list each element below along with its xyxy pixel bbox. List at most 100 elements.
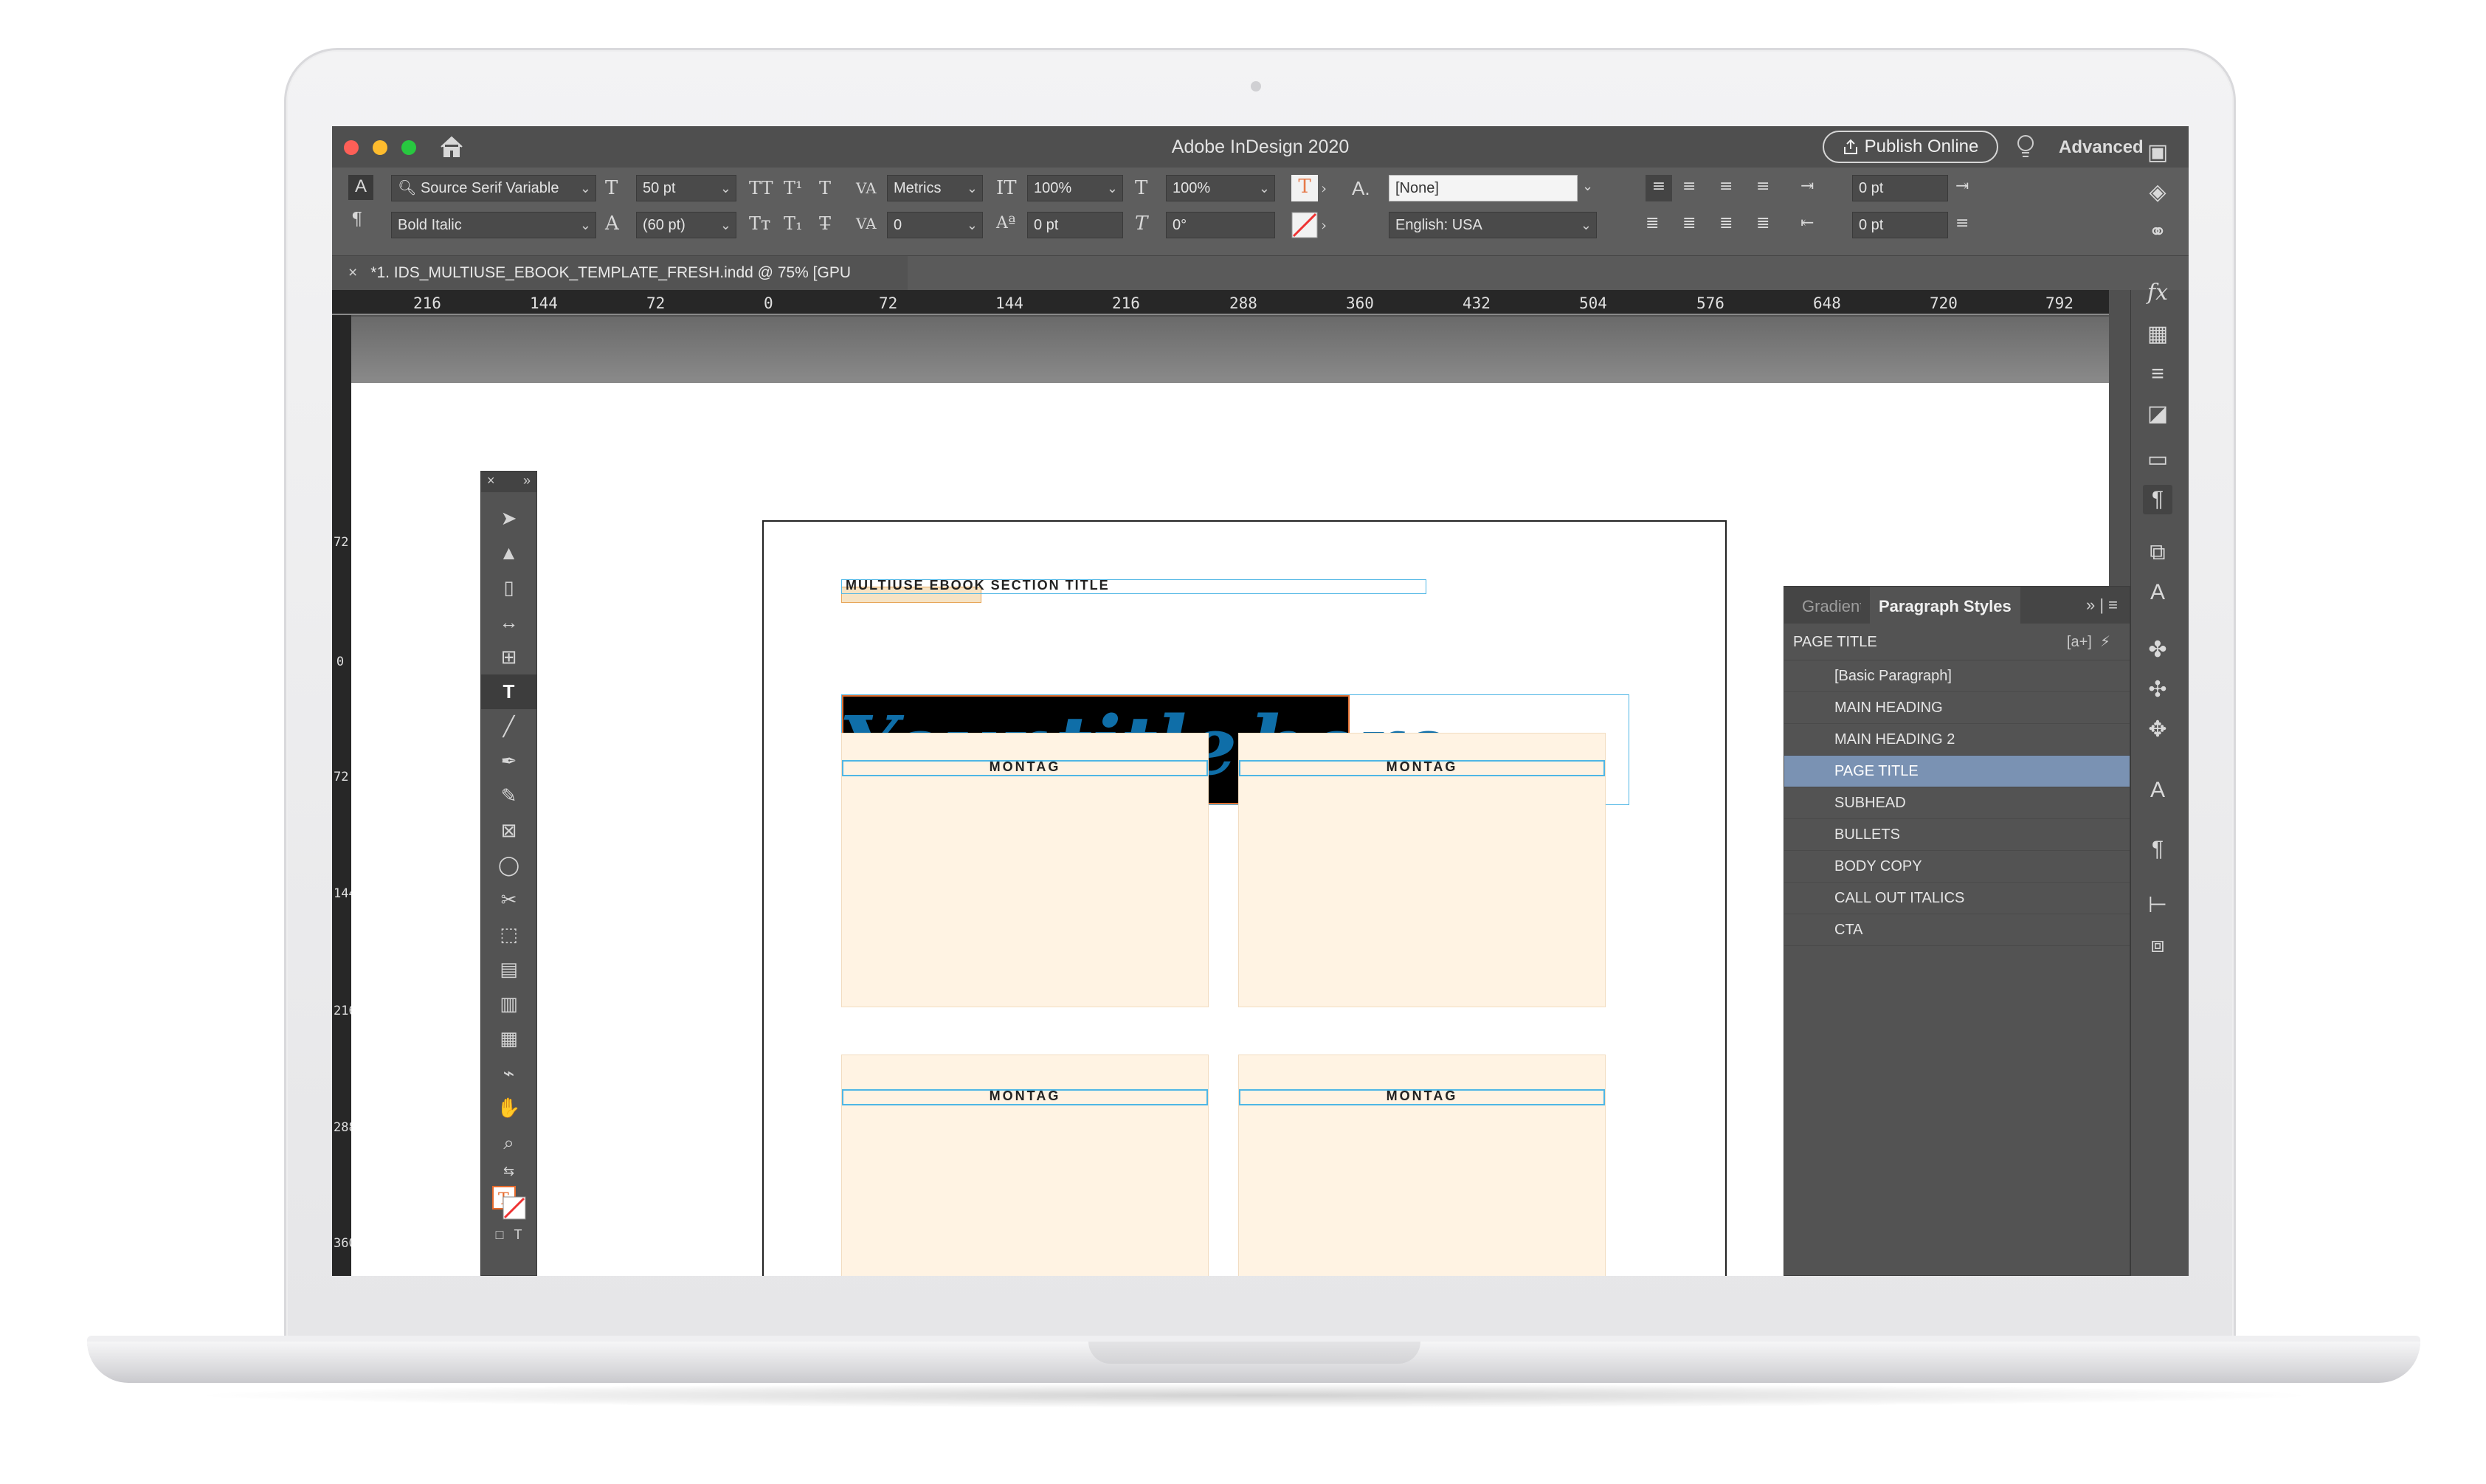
align-right-icon[interactable]: ≡	[1719, 175, 1733, 199]
pages-panel-icon[interactable]: ▣	[2143, 138, 2172, 168]
expand-icon[interactable]: »	[523, 473, 531, 491]
justify-center-icon[interactable]: ≣	[1682, 212, 1696, 235]
container-icon[interactable]: □	[496, 1227, 504, 1243]
skew-field[interactable]: 0°	[1166, 212, 1275, 238]
swap-colors-icon[interactable]: ⇆	[481, 1160, 536, 1182]
chevron-down-icon[interactable]: ⌄	[1582, 175, 1593, 199]
subscript-icon[interactable]: T₁	[784, 212, 803, 235]
eyedropper-tool-icon[interactable]: ⌁	[481, 1056, 536, 1091]
horizontal-ruler[interactable]: 216 144 72 0 72 144 216 288 360 432 504 …	[332, 290, 2109, 315]
scissors-tool-icon[interactable]: ✂	[481, 883, 536, 917]
character-style-select[interactable]: [None]	[1389, 175, 1578, 201]
card-label[interactable]: MONTAG	[843, 1088, 1206, 1104]
style-item[interactable]: BULLETS	[1784, 819, 2130, 851]
style-item[interactable]: SUBHEAD	[1784, 787, 2130, 819]
text-format-icon[interactable]: T	[514, 1227, 522, 1243]
close-icon[interactable]: ×	[487, 473, 495, 491]
paragraph-styles-panel-icon[interactable]: ¶	[2143, 485, 2172, 514]
publish-online-button[interactable]: Publish Online	[1823, 131, 1998, 163]
ellipse-tool-icon[interactable]: ◯	[481, 848, 536, 883]
text-wrap-panel-icon[interactable]: A	[2143, 578, 2172, 607]
pathfinder-panel-icon[interactable]: ⧈	[2143, 931, 2172, 960]
gap-tool-icon[interactable]: ↔	[481, 605, 536, 640]
style-item[interactable]: BODY COPY	[1784, 851, 2130, 883]
lightbulb-icon[interactable]	[2014, 134, 2037, 160]
hand-tool-icon[interactable]: ✋	[481, 1091, 536, 1125]
all-caps-icon[interactable]: TT	[749, 176, 773, 200]
note-tool-icon[interactable]: ▦	[481, 1021, 536, 1056]
fill-text-color-icon[interactable]: T	[1291, 175, 1318, 201]
align-left-icon[interactable]: ≡	[1646, 175, 1672, 201]
cc-libraries-panel-icon[interactable]: ✣	[2143, 675, 2172, 705]
close-icon[interactable]: ×	[348, 264, 357, 281]
pen-tool-icon[interactable]: ✒	[481, 744, 536, 779]
tools-panel-header[interactable]: ×»	[481, 472, 536, 492]
section-title[interactable]: MULTIUSE EBOOK SECTION TITLE	[846, 578, 1110, 593]
superscript-icon[interactable]: T¹	[784, 176, 803, 200]
character-styles-panel-icon[interactable]: ⧉	[2143, 538, 2172, 567]
card[interactable]: MONTAG	[1238, 733, 1606, 1007]
panel-menu-icon[interactable]: » | ≡	[2086, 596, 2118, 615]
style-item[interactable]: CTA	[1784, 914, 2130, 946]
character-mode-icon[interactable]: A	[348, 175, 373, 200]
vertical-scale-field[interactable]: 100% ⌄	[1027, 175, 1123, 201]
gradient-swatch-tool-icon[interactable]: ▤	[481, 952, 536, 987]
page-tool-icon[interactable]: ▯	[481, 570, 536, 605]
tab-gradient[interactable]: Gradient	[1802, 597, 1861, 616]
new-style-from-selection-icon[interactable]: [a+]	[2067, 634, 2092, 650]
font-size-field[interactable]: 50 pt ⌄	[636, 175, 736, 201]
leading-field[interactable]: (60 pt) ⌄	[636, 212, 736, 238]
swatches-panel-icon[interactable]: ▦	[2143, 320, 2172, 349]
align-panel-icon[interactable]: ⊢	[2143, 891, 2172, 920]
chevron-right-icon[interactable]: ›	[1321, 213, 1327, 237]
layers-panel-icon[interactable]: ◈	[2143, 178, 2172, 207]
table-styles-panel-icon[interactable]: ✥	[2143, 715, 2172, 745]
pencil-tool-icon[interactable]: ✎	[481, 779, 536, 813]
card[interactable]: MONTAG	[841, 733, 1209, 1007]
style-item[interactable]: MAIN HEADING	[1784, 692, 2130, 724]
paragraph-mode-icon[interactable]: ¶	[351, 207, 362, 231]
object-styles-panel-icon[interactable]: ✤	[2143, 635, 2172, 665]
tracking-field[interactable]: 0 ⌄	[887, 212, 983, 238]
card-label[interactable]: MONTAG	[1240, 759, 1603, 775]
justify-left-icon[interactable]: ≣	[1646, 212, 1659, 235]
content-collector-icon[interactable]: ⊞	[481, 640, 536, 674]
font-style-select[interactable]: Bold Italic ⌄	[391, 212, 596, 238]
character-panel-icon[interactable]: A	[2143, 776, 2172, 805]
justify-all-icon[interactable]: ≣	[1756, 212, 1769, 235]
horizontal-scale-field[interactable]: 100% ⌄	[1166, 175, 1275, 201]
paragraph-panel-icon[interactable]: ¶	[2143, 835, 2172, 864]
strikethrough-icon[interactable]: T̶	[819, 212, 831, 235]
kerning-field[interactable]: Metrics ⌄	[887, 175, 983, 201]
direct-selection-tool-icon[interactable]: ▲	[481, 536, 536, 570]
rectangle-frame-tool-icon[interactable]: ⊠	[481, 813, 536, 848]
type-tool-icon[interactable]: T	[481, 674, 536, 709]
baseline-shift-field[interactable]: 0 pt	[1027, 212, 1123, 238]
line-tool-icon[interactable]: ╱	[481, 709, 536, 744]
first-line-indent-field[interactable]: 0 pt	[1852, 212, 1948, 238]
apply-formatting-icon[interactable]: □ T	[481, 1224, 536, 1246]
small-caps-icon[interactable]: Tт	[749, 212, 770, 235]
document-tab[interactable]: × *1. IDS_MULTIUSE_EBOOK_TEMPLATE_FRESH.i…	[332, 256, 908, 315]
vertical-ruler[interactable]: 72 0 72 144 216 288 360	[332, 315, 356, 1276]
style-item[interactable]: MAIN HEADING 2	[1784, 724, 2130, 756]
links-panel-icon[interactable]: ⚭	[2143, 218, 2172, 247]
language-select[interactable]: English: USA ⌄	[1389, 212, 1597, 238]
free-transform-tool-icon[interactable]: ⬚	[481, 917, 536, 952]
align-center-icon[interactable]: ≡	[1682, 175, 1696, 199]
color-panel-icon[interactable]: ◪	[2143, 399, 2172, 429]
gradient-panel-icon[interactable]: ▭	[2143, 445, 2172, 474]
tab-paragraph-styles[interactable]: Paragraph Styles	[1870, 587, 2020, 624]
card-label[interactable]: MONTAG	[1240, 1088, 1603, 1104]
card-label[interactable]: MONTAG	[843, 759, 1206, 775]
left-indent-field[interactable]: 0 pt	[1852, 175, 1948, 201]
style-item[interactable]: PAGE TITLE	[1784, 756, 2130, 787]
chevron-right-icon[interactable]: ›	[1321, 176, 1327, 200]
font-family-select[interactable]: 🔍︎ Source Serif Variable ⌄	[391, 175, 596, 201]
underline-icon[interactable]: T	[819, 176, 831, 200]
fill-stroke-icon[interactable]: T	[481, 1182, 536, 1224]
clear-overrides-icon[interactable]: ⚡	[2100, 634, 2110, 650]
gradient-feather-tool-icon[interactable]: ▥	[481, 987, 536, 1021]
stroke-panel-icon[interactable]: ≡	[2143, 359, 2172, 389]
selection-tool-icon[interactable]: ➤	[481, 501, 536, 536]
